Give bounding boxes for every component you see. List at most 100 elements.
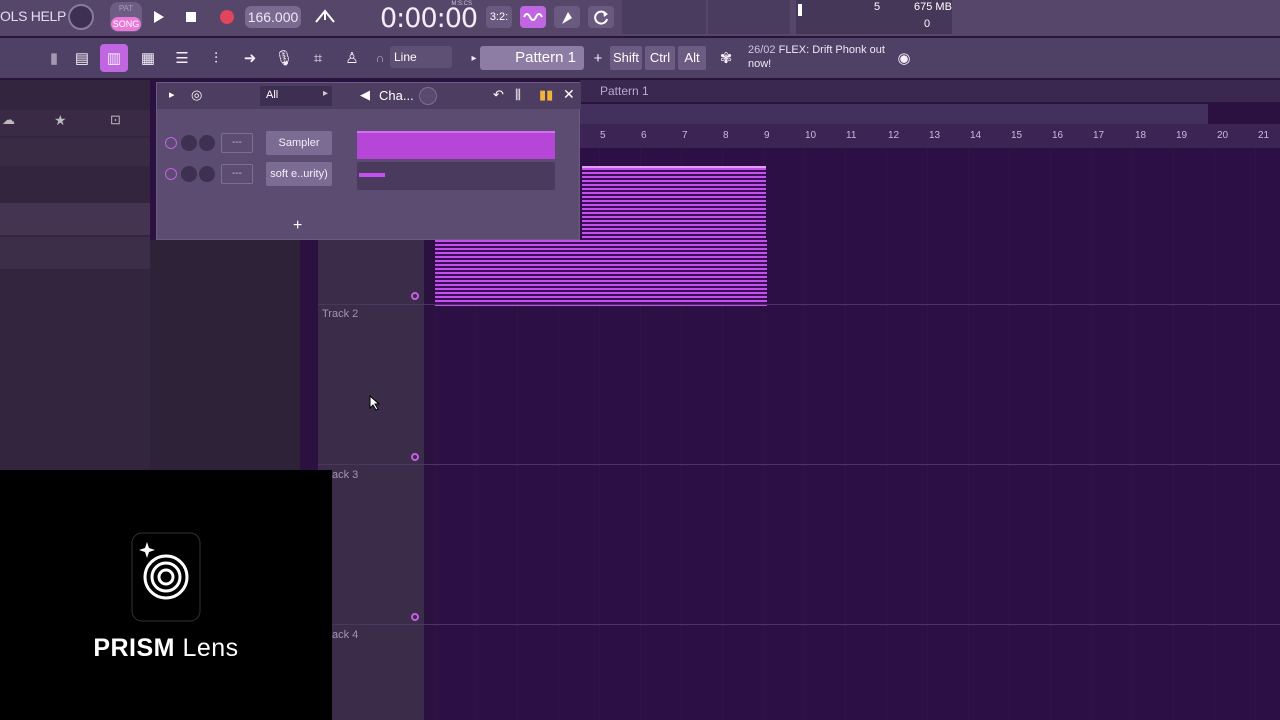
ruler-tick: 17	[1093, 130, 1105, 141]
ruler-tick: 10	[805, 130, 817, 141]
ruler-tick: 16	[1052, 130, 1064, 141]
filter-arrow-icon[interactable]: ▸	[323, 88, 328, 99]
channel-rack-icon[interactable]: ▦	[134, 44, 162, 72]
prism-lens-logo-icon	[131, 532, 201, 624]
shift-key-button[interactable]: Shift	[610, 46, 642, 70]
ruler-tick: 5	[600, 130, 606, 141]
menu-tools-help[interactable]: OLS HELP	[0, 8, 66, 24]
channel-mute-dot[interactable]	[165, 168, 177, 180]
playlist-icon[interactable]: ▤	[68, 44, 96, 72]
timeline-ruler[interactable]: 5 6 7 8 9 10 11 12 13 14 15 16 17 18 19 …	[580, 124, 1280, 148]
channel-sampler[interactable]: Sampler	[266, 131, 332, 155]
track-label[interactable]: Track 2	[322, 308, 358, 320]
track-label[interactable]: ack 4	[332, 629, 358, 641]
channel-pan-knob[interactable]	[181, 135, 197, 151]
track-separator	[318, 624, 1280, 625]
ctrl-key-button[interactable]: Ctrl	[645, 46, 675, 70]
loop-record-button[interactable]	[588, 6, 614, 28]
toolbar-row-2: ▮ ▤ ▥ ▦ ☰ ⫶ ➜ 🎙 ⌗ ♙ ∩ Line ▸ Pattern 1 +…	[0, 38, 1280, 78]
play-icon	[154, 11, 164, 23]
close-icon[interactable]: ✕	[563, 86, 575, 103]
ruler-tick: 12	[888, 130, 900, 141]
add-pattern-button[interactable]: +	[584, 44, 612, 72]
rack-volume-knob[interactable]	[419, 87, 437, 105]
channel-rack-title: Cha...	[379, 88, 414, 103]
browser-icon[interactable]: ⫶	[202, 44, 230, 72]
ruler-tick: 18	[1135, 130, 1147, 141]
track-mute-button[interactable]	[411, 453, 419, 461]
pat-song-toggle[interactable]: PAT SONG	[110, 2, 142, 32]
record-button[interactable]	[214, 4, 240, 30]
playlist-scrollbar[interactable]	[580, 104, 1208, 124]
piano-roll-icon[interactable]: ▥	[100, 44, 128, 72]
browser-star-icon[interactable]: ★	[54, 112, 67, 129]
brand-light: Lens	[182, 634, 239, 662]
snap-mode-select[interactable]: Line	[390, 46, 452, 68]
channel-soft-security[interactable]: soft e..urity)	[266, 162, 332, 186]
add-channel-button[interactable]: +	[293, 217, 302, 235]
ruler-tick: 15	[1011, 130, 1023, 141]
track-mute-button[interactable]	[411, 613, 419, 621]
cpu-bar	[798, 4, 802, 16]
playlist-pattern-title: Pattern 1	[600, 84, 649, 98]
ruler-tick: 8	[723, 130, 729, 141]
rack-menu-arrow-icon[interactable]: ▸	[169, 88, 175, 101]
step-sequencer-icon[interactable]: ▮▮	[539, 87, 553, 103]
rack-swing-icon[interactable]: ◎	[191, 87, 202, 103]
pat-label: PAT	[118, 4, 134, 13]
graph-icon[interactable]: ↶	[493, 87, 504, 103]
wait-input-button[interactable]	[520, 6, 546, 28]
mixer-icon[interactable]: ☰	[168, 44, 196, 72]
browser-row[interactable]	[0, 237, 150, 269]
step-sequence-row[interactable]	[357, 131, 555, 159]
online-globe-icon[interactable]: ◉	[890, 44, 918, 72]
channel-filter-select[interactable]: All	[260, 86, 332, 106]
song-time-display[interactable]: M:S:CS 0:00:00	[374, 0, 478, 34]
channel-volume-knob[interactable]	[199, 166, 215, 182]
lock-icon[interactable]: ▮	[40, 44, 68, 72]
master-volume-knob[interactable]	[68, 4, 94, 30]
play-button[interactable]	[148, 5, 170, 29]
typing-keyboard-button[interactable]	[554, 6, 580, 28]
metronome-tool-icon[interactable]: ♙	[338, 44, 366, 72]
ruler-tick: 7	[682, 130, 688, 141]
fl-studio-window: OLS HELP PAT SONG 166.000 M:S:CS 0:00:00…	[0, 0, 1280, 720]
step-sequence-row[interactable]	[357, 162, 555, 190]
memory-value: 675 MB	[914, 1, 952, 13]
metronome-button[interactable]	[312, 4, 338, 30]
news-date: 26/02	[748, 44, 776, 56]
track-separator	[318, 464, 1280, 465]
plugin-picker-icon[interactable]: ⌗	[304, 44, 332, 72]
browser-folder-icon[interactable]: ⊡	[110, 112, 121, 128]
graph-editor-icon[interactable]: ⫼	[515, 87, 521, 103]
snap-fraction-button[interactable]: 3:2:	[486, 6, 512, 28]
tempo-display[interactable]: 166.000	[245, 6, 301, 28]
channel-pan-knob[interactable]	[181, 166, 197, 182]
stop-button[interactable]	[180, 5, 202, 29]
pattern-clip[interactable]	[435, 240, 767, 306]
mixer-track-box[interactable]: ---	[221, 164, 253, 184]
time-value: 0:00:00	[380, 3, 478, 34]
browser-cloud-icon[interactable]: ☁	[2, 112, 15, 128]
pattern-selector[interactable]: Pattern 1	[480, 46, 584, 70]
piano-roll-preview	[359, 173, 385, 177]
arrow-right-icon[interactable]: ➜	[236, 44, 264, 72]
news-ticker[interactable]: 26/02 FLEX: Drift Phonk out now!	[748, 43, 898, 71]
speaker-icon[interactable]: ◀	[360, 87, 370, 103]
track-label[interactable]: ack 3	[332, 469, 358, 481]
metronome-icon	[315, 9, 335, 23]
mixer-track-box[interactable]: ---	[221, 133, 253, 153]
playlist-header	[580, 80, 1280, 102]
microphone-icon[interactable]: 🎙	[270, 44, 298, 72]
browser-row[interactable]	[0, 203, 150, 235]
alt-key-button[interactable]: Alt	[678, 46, 706, 70]
hand-icon	[562, 12, 572, 24]
brand-bold: PRISM	[93, 634, 175, 662]
polyphony-value: 0	[924, 18, 931, 30]
ruler-tick: 21	[1258, 130, 1270, 141]
news-bubble-icon[interactable]: ✾	[712, 44, 740, 72]
channel-mute-dot[interactable]	[165, 137, 177, 149]
channel-volume-knob[interactable]	[199, 135, 215, 151]
browser-row[interactable]	[0, 138, 150, 166]
track-mute-button[interactable]	[411, 292, 419, 300]
